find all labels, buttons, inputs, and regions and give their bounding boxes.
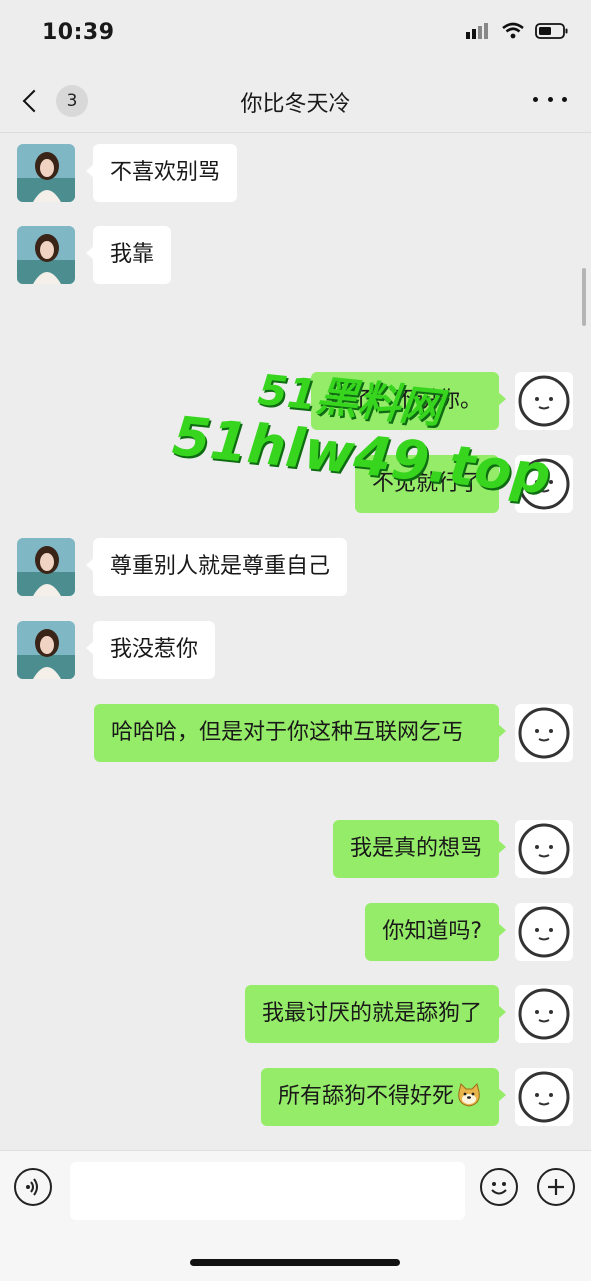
received-message-bubble[interactable]: 尊重别人就是尊重自己 <box>85 538 348 596</box>
more-button[interactable] <box>533 84 567 114</box>
smiley-avatar-icon <box>518 823 570 875</box>
message-text: 我最讨厌的就是舔狗了 <box>261 1001 482 1026</box>
smiley-avatar-icon <box>518 707 570 759</box>
contact-avatar[interactable] <box>17 621 75 679</box>
sent-message-bubble[interactable]: 我最讨厌的就是舔狗了 <box>244 985 507 1043</box>
contact-avatar[interactable] <box>17 144 75 202</box>
voice-button[interactable] <box>14 1168 52 1206</box>
smiley-avatar-icon <box>518 1071 570 1123</box>
more-dots-icon <box>533 96 538 102</box>
chat-header: 3 你比冬天冷 <box>0 70 591 133</box>
message-text: 不见就行了 <box>371 471 482 496</box>
received-message-bubble[interactable]: 不喜欢别骂 <box>85 144 238 202</box>
emoji-button[interactable] <box>480 1168 518 1206</box>
sent-message-bubble[interactable]: 不见就行了 <box>354 455 507 513</box>
smiley-avatar-icon <box>518 375 570 427</box>
status-icons <box>465 22 569 40</box>
status-time: 10:39 <box>42 20 115 45</box>
smiley-avatar-icon <box>518 906 570 958</box>
message-text: 所有舔狗不得好死 <box>277 1084 454 1109</box>
voice-icon <box>26 1178 38 1196</box>
chat-message-list[interactable]: 不喜欢别骂 我靠 算了，不说你。 不见就行了 尊重别人就是尊重自己 我没惹你 哈… <box>0 132 591 1150</box>
message-text: 哈哈哈，但是对于你这种互联网乞丐 <box>111 720 464 745</box>
status-bar: 10:39 <box>0 0 591 70</box>
user-avatar[interactable] <box>515 1068 573 1126</box>
message-text: 算了，不说你。 <box>327 388 482 413</box>
message-text: 你知道吗? <box>382 919 482 944</box>
message-input[interactable] <box>70 1162 465 1220</box>
sent-message-bubble[interactable]: 你知道吗? <box>365 903 506 961</box>
plus-icon <box>548 1179 564 1195</box>
smiley-avatar-icon <box>518 988 570 1040</box>
doge-emoji <box>458 1083 480 1107</box>
message-text: 我没惹你 <box>110 637 199 662</box>
sent-message-bubble[interactable]: 我是真的想骂 <box>332 820 507 878</box>
message-text: 尊重别人就是尊重自己 <box>110 554 331 579</box>
sent-message-bubble[interactable]: 所有舔狗不得好死 <box>260 1068 507 1126</box>
smiley-avatar-icon <box>518 458 570 510</box>
home-indicator[interactable] <box>190 1259 400 1266</box>
sent-message-bubble[interactable]: 算了，不说你。 <box>310 372 507 430</box>
sent-message-bubble[interactable]: 哈哈哈，但是对于你这种互联网乞丐 <box>94 704 506 762</box>
user-avatar[interactable] <box>515 704 573 762</box>
message-text: 我是真的想骂 <box>349 836 482 861</box>
user-avatar[interactable] <box>515 372 573 430</box>
wifi-icon <box>502 22 524 39</box>
more-functions-button[interactable] <box>537 1168 575 1206</box>
received-message-bubble[interactable]: 我没惹你 <box>85 621 216 679</box>
emoji-icon <box>491 1182 507 1195</box>
received-message-bubble[interactable]: 我靠 <box>85 226 172 284</box>
message-text: 我靠 <box>110 242 155 267</box>
user-avatar[interactable] <box>515 985 573 1043</box>
user-avatar[interactable] <box>515 455 573 513</box>
contact-avatar[interactable] <box>17 226 75 284</box>
contact-avatar[interactable] <box>17 538 75 596</box>
scroll-indicator[interactable] <box>582 268 586 326</box>
message-text: 不喜欢别骂 <box>110 160 221 185</box>
chat-title: 你比冬天冷 <box>240 92 351 117</box>
signal-icon <box>466 23 488 39</box>
user-avatar[interactable] <box>515 903 573 961</box>
user-avatar[interactable] <box>515 820 573 878</box>
battery-icon <box>535 23 568 39</box>
